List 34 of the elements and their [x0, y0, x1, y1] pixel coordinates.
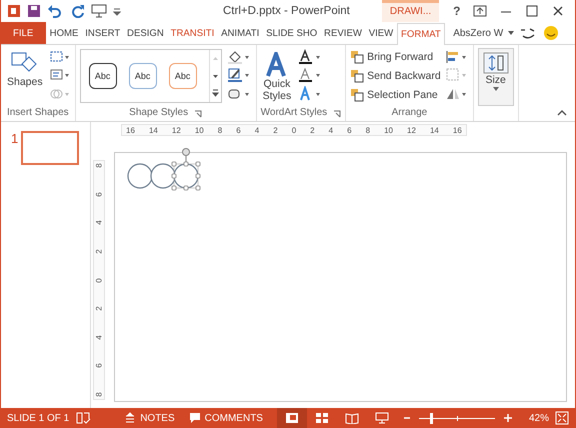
vertical-ruler: 8 6 4 2 0 2 4 6 8	[93, 160, 105, 400]
ribbon-tab[interactable]: VIEW	[365, 22, 397, 44]
horizontal-ruler: 16 14 12 10 8 6 4 2 0 2 4 6 8 10 12 14 16	[121, 124, 467, 136]
ribbon-tab[interactable]: FILE	[1, 22, 46, 44]
account-name[interactable]: AbsZero W	[453, 28, 504, 38]
ribbon-tab[interactable]: HOME	[46, 22, 82, 44]
arrange-button[interactable]: Bring Forward	[350, 50, 441, 64]
arrange-button[interactable]: Selection Pane	[350, 88, 441, 102]
ribbon-tab[interactable]: ANIMATI	[218, 22, 263, 44]
slide-counter: SLIDE 1 OF 1	[7, 412, 70, 424]
shapes-button[interactable]: Shapes	[5, 48, 45, 107]
help-button[interactable]: ?	[453, 4, 461, 18]
shape-style-sample[interactable]: Abc	[88, 63, 117, 89]
group-label: Insert Shapes	[6, 107, 70, 120]
contextual-tab-header: DRAWI...	[382, 0, 440, 22]
window-title: Ctrl+D.pptx - PowerPoint	[223, 5, 350, 17]
notes-button[interactable]: NOTES	[124, 412, 175, 424]
comments-button[interactable]: COMMENTS	[188, 412, 263, 424]
size-button[interactable]: Size	[478, 48, 514, 106]
group-label: Arrange	[390, 107, 428, 120]
shape-style-sample[interactable]: Abc	[128, 63, 157, 89]
shape-style-sample[interactable]: Abc	[168, 63, 197, 89]
group-label: WordArt Styles	[260, 107, 328, 120]
arrange-button[interactable]: Send Backward	[350, 68, 441, 83]
ribbon-tab[interactable]: REVIEW	[320, 22, 366, 44]
ribbon-tab[interactable]: SLIDE SHO	[262, 22, 321, 44]
ribbon-tab[interactable]: FORMAT	[396, 23, 446, 45]
ribbon-tab[interactable]: DESIGN	[124, 22, 168, 44]
zoom-level[interactable]: 42%	[528, 412, 549, 424]
quick-styles-button[interactable]: Quick Styles	[260, 48, 294, 107]
ribbon-tab[interactable]: INSERT	[82, 22, 124, 44]
slide-number: 1	[11, 131, 18, 148]
ribbon-tab[interactable]: TRANSITI	[167, 22, 218, 44]
group-label: Shape Styles	[129, 107, 188, 120]
